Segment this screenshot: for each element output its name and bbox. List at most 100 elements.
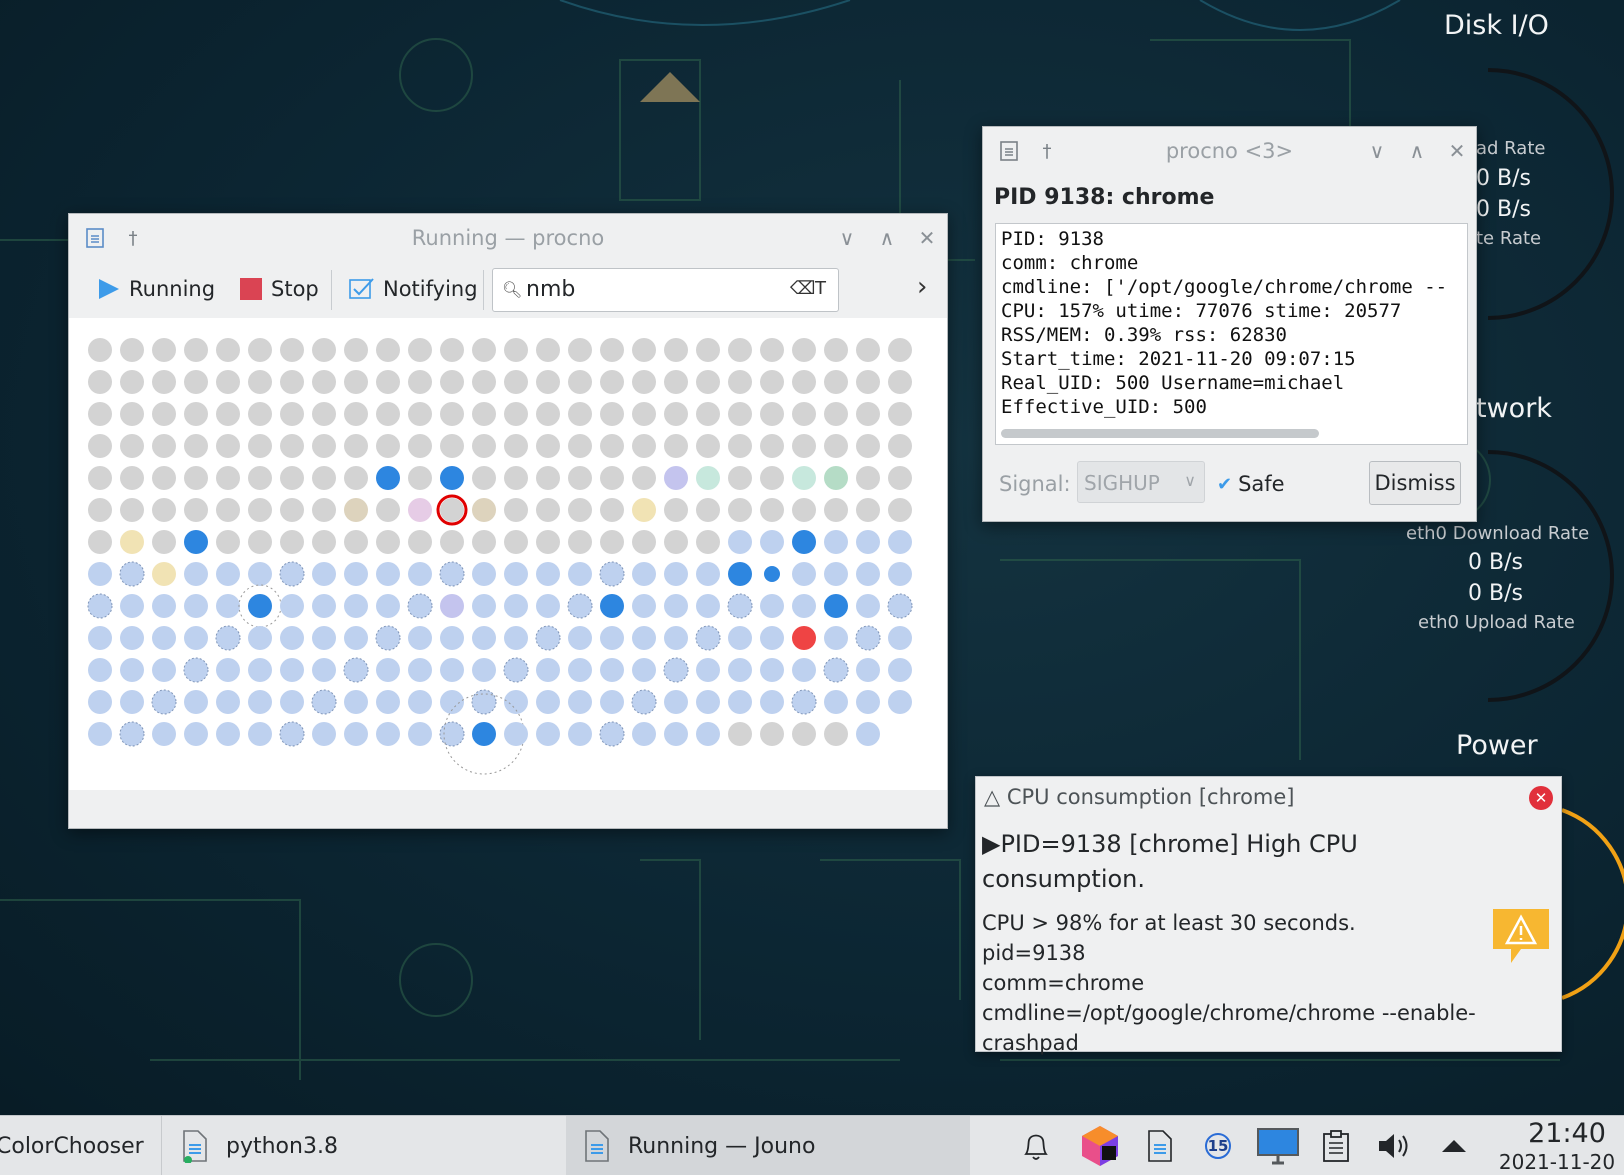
process-grid[interactable]	[69, 318, 947, 790]
process-dot[interactable]	[536, 338, 560, 362]
process-dot[interactable]	[632, 498, 656, 522]
process-dot[interactable]	[824, 626, 848, 650]
process-dot[interactable]	[440, 626, 464, 650]
close-notification-button[interactable]: ✕	[1529, 786, 1553, 810]
process-dot[interactable]	[408, 498, 432, 522]
process-dot[interactable]	[408, 434, 432, 458]
process-dot[interactable]	[632, 434, 656, 458]
process-dot[interactable]	[856, 402, 880, 426]
process-dot[interactable]	[888, 690, 912, 714]
process-dot[interactable]	[440, 498, 464, 522]
process-dot[interactable]	[184, 466, 208, 490]
process-dot[interactable]	[696, 530, 720, 554]
process-dot[interactable]	[440, 594, 464, 618]
process-dot[interactable]	[888, 434, 912, 458]
process-dot[interactable]	[568, 434, 592, 458]
process-dot[interactable]	[536, 466, 560, 490]
process-dot[interactable]	[888, 338, 912, 362]
notifying-toggle[interactable]: Notifying	[349, 268, 478, 310]
process-dot[interactable]	[696, 562, 720, 586]
dismiss-button[interactable]: Dismiss	[1369, 461, 1461, 505]
process-dot[interactable]	[88, 530, 112, 554]
process-dot[interactable]	[120, 530, 144, 554]
process-dot[interactable]	[824, 562, 848, 586]
process-dot[interactable]	[248, 626, 272, 650]
process-dot[interactable]	[696, 370, 720, 394]
notifications-bell-icon[interactable]	[1018, 1128, 1054, 1164]
process-dot[interactable]	[600, 690, 624, 714]
process-dot[interactable]	[856, 370, 880, 394]
process-dot[interactable]	[632, 722, 656, 746]
process-dot[interactable]	[88, 722, 112, 746]
process-dot[interactable]	[600, 466, 624, 490]
process-dot[interactable]	[504, 434, 528, 458]
process-dot[interactable]	[216, 658, 240, 682]
process-dot[interactable]	[376, 658, 400, 682]
process-dot[interactable]	[184, 722, 208, 746]
process-dot[interactable]	[888, 498, 912, 522]
process-dot[interactable]	[312, 434, 336, 458]
process-dot[interactable]	[184, 626, 208, 650]
process-dot[interactable]	[568, 562, 592, 586]
close-button[interactable]: ✕	[913, 224, 941, 252]
process-dot[interactable]	[312, 466, 336, 490]
process-dot[interactable]	[567, 593, 593, 619]
process-dot[interactable]	[471, 689, 497, 715]
process-dot[interactable]	[664, 338, 688, 362]
process-dot[interactable]	[440, 338, 464, 362]
process-dot[interactable]	[472, 626, 496, 650]
process-dot[interactable]	[344, 370, 368, 394]
process-dot[interactable]	[216, 402, 240, 426]
process-dot[interactable]	[344, 626, 368, 650]
process-dot[interactable]	[664, 434, 688, 458]
process-dot[interactable]	[152, 626, 176, 650]
process-dot[interactable]	[728, 402, 752, 426]
process-dot[interactable]	[88, 626, 112, 650]
calendar-badge-icon[interactable]: 15	[1200, 1128, 1236, 1164]
process-dot[interactable]	[664, 690, 688, 714]
process-dot[interactable]	[472, 498, 496, 522]
process-dot[interactable]	[120, 690, 144, 714]
process-dot[interactable]	[696, 402, 720, 426]
clipboard-icon[interactable]	[1318, 1128, 1354, 1164]
process-dot[interactable]	[408, 690, 432, 714]
process-dot[interactable]	[632, 370, 656, 394]
process-dot[interactable]	[88, 658, 112, 682]
process-dot[interactable]	[407, 593, 433, 619]
process-dot[interactable]	[312, 402, 336, 426]
process-dot[interactable]	[215, 625, 241, 651]
process-dot[interactable]	[824, 434, 848, 458]
process-dot[interactable]	[440, 370, 464, 394]
process-dot[interactable]	[248, 466, 272, 490]
task-running-jouno[interactable]: Running — Jouno	[566, 1116, 970, 1175]
process-dot[interactable]	[792, 434, 816, 458]
process-dot[interactable]	[344, 530, 368, 554]
process-dot[interactable]	[120, 434, 144, 458]
process-dot[interactable]	[120, 498, 144, 522]
process-dot[interactable]	[216, 562, 240, 586]
process-dot[interactable]	[568, 370, 592, 394]
process-dot[interactable]	[856, 338, 880, 362]
process-dot[interactable]	[568, 530, 592, 554]
process-dot[interactable]	[344, 338, 368, 362]
process-dot[interactable]	[344, 402, 368, 426]
process-dot[interactable]	[696, 594, 720, 618]
process-dot[interactable]	[311, 689, 337, 715]
process-dot[interactable]	[248, 690, 272, 714]
process-dot[interactable]	[408, 722, 432, 746]
process-dot[interactable]	[344, 562, 368, 586]
process-dot[interactable]	[152, 722, 176, 746]
process-dot[interactable]	[792, 562, 816, 586]
process-dot[interactable]	[696, 498, 720, 522]
process-dot[interactable]	[376, 370, 400, 394]
process-dot[interactable]	[760, 370, 784, 394]
clock-date[interactable]: 2021-11-20	[1490, 1150, 1624, 1174]
process-dot[interactable]	[248, 722, 272, 746]
clock-time[interactable]: 21:40	[1512, 1118, 1622, 1149]
process-dot[interactable]	[599, 561, 625, 587]
process-dot[interactable]	[568, 338, 592, 362]
process-dot[interactable]	[376, 690, 400, 714]
process-dot[interactable]	[536, 562, 560, 586]
signal-select[interactable]: SIGHUP ∨	[1077, 461, 1205, 503]
process-dot[interactable]	[344, 466, 368, 490]
